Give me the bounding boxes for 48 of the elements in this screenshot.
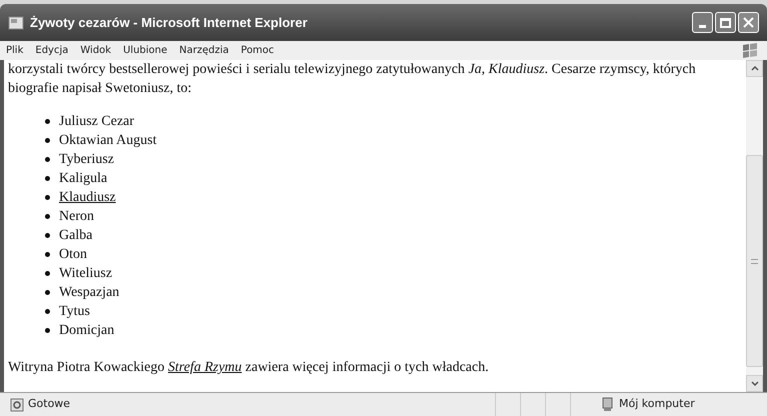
menu-item[interactable]: Pomoc: [240, 43, 274, 58]
menu-item[interactable]: Plik: [6, 43, 24, 58]
zone-text: Mój komputer: [619, 396, 695, 412]
bullet-icon: [45, 176, 50, 181]
bullet-icon: [45, 271, 50, 276]
maximize-button[interactable]: [715, 12, 736, 33]
bullet-icon: [45, 252, 50, 257]
scroll-thumb[interactable]: [746, 155, 763, 367]
scroll-down-button[interactable]: [746, 375, 763, 392]
status-text: Gotowe: [28, 396, 70, 412]
close-button[interactable]: [738, 12, 759, 33]
emperor-name: Galba: [59, 227, 92, 245]
window-title: Żywoty cezarów - Microsoft Internet Explorer: [30, 14, 308, 32]
intro-paragraph: korzystali twórcy bestsellerowej powieści i serialu telewizyjnego zatytułowanych Ja, Klaudiusz. Cesarze rzymscy, których biografie napisał Swetoniusz, to:: [8, 61, 697, 98]
emperor-link[interactable]: Klaudiusz: [59, 188, 116, 207]
windows-logo-icon: [741, 42, 759, 59]
emperor-name: Kaligula: [59, 170, 108, 188]
bullet-icon: [45, 309, 50, 314]
scroll-up-button[interactable]: [746, 60, 763, 77]
menu-item[interactable]: Edycja: [35, 43, 68, 58]
menu-item[interactable]: Widok: [80, 43, 112, 58]
emperor-name: Neron: [59, 208, 94, 226]
emperor-name: Tytus: [59, 303, 90, 321]
emperor-name: Domicjan: [59, 322, 114, 340]
computer-icon: [601, 397, 615, 412]
menu-item[interactable]: Ulubione: [123, 43, 168, 58]
emperor-name: Juliusz Cezar: [59, 113, 134, 131]
minimize-button[interactable]: [692, 12, 713, 33]
page-icon: [8, 14, 24, 30]
bullet-icon: [45, 157, 50, 162]
bullet-icon: [45, 138, 50, 143]
bullet-icon: [45, 290, 50, 295]
emperor-name: Wespazjan: [59, 284, 120, 302]
bullet-icon: [45, 195, 50, 200]
site-link[interactable]: Strefa Rzymu: [168, 360, 242, 375]
bullet-icon: [45, 233, 50, 238]
emperor-name: Tyberiusz: [59, 151, 114, 169]
emperor-name: Oton: [59, 246, 87, 264]
menu-item[interactable]: Narzędzia: [179, 43, 229, 58]
bullet-icon: [45, 328, 50, 333]
scrollbar[interactable]: [746, 60, 763, 392]
page-icon: [10, 398, 24, 412]
footer-paragraph: Witryna Piotra Kowackiego Strefa Rzymu zawiera więcej informacji o tych władcach.: [8, 359, 490, 377]
close-icon: [742, 16, 755, 29]
emperor-name: Witeliusz: [59, 265, 112, 283]
bullet-icon: [45, 119, 50, 124]
bullet-icon: [45, 214, 50, 219]
emperor-name: Oktawian August: [59, 132, 157, 150]
